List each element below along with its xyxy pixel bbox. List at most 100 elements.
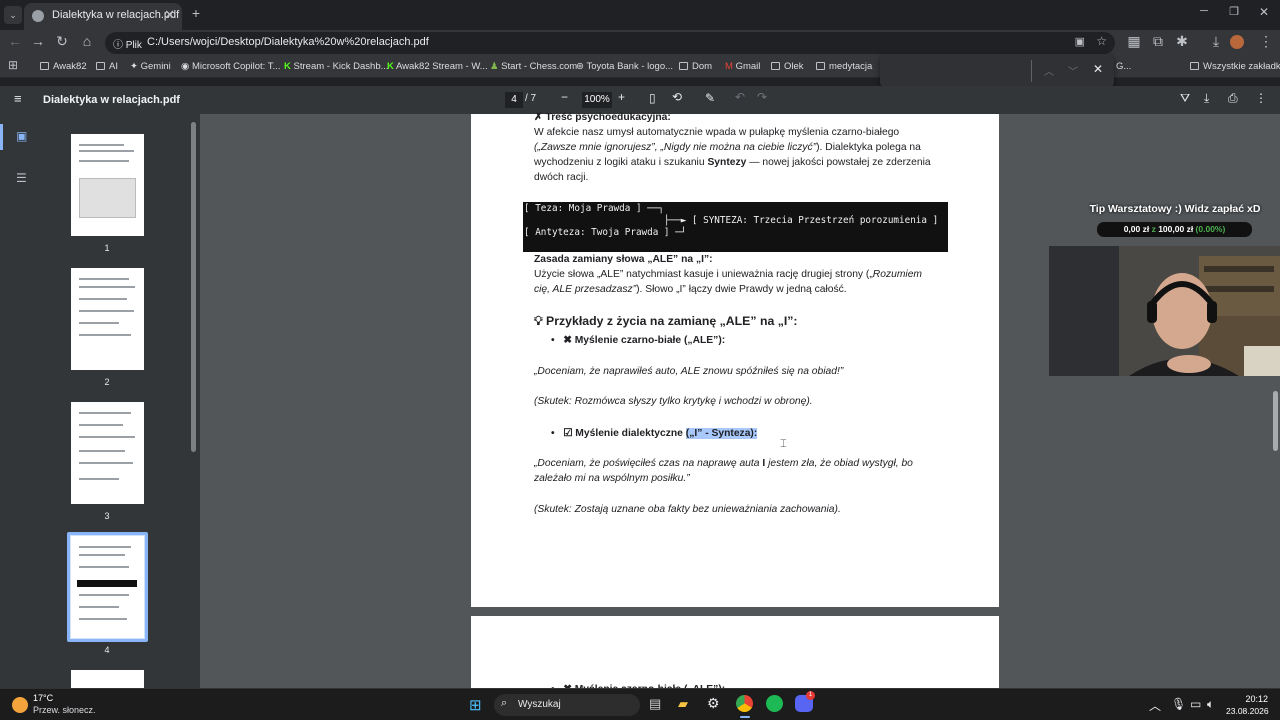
scrollbar-thumb[interactable]	[1273, 391, 1278, 451]
close-window-icon[interactable]: ✕	[1254, 5, 1274, 19]
highlighted-selection[interactable]: („I” - Synteza):	[685, 428, 758, 439]
redo-icon[interactable]: ↷	[757, 90, 767, 104]
tab-search-icon[interactable]: ⌄	[4, 6, 22, 24]
bookmark-g[interactable]: G...	[1116, 61, 1131, 72]
tip-percent: (0.00%)	[1193, 224, 1226, 234]
bookmark-awak82-stream[interactable]: K Awak82 Stream - W...	[387, 61, 488, 72]
viewer-scrollbar[interactable]	[1271, 114, 1280, 688]
bookmark-kick[interactable]: K Stream - Kick Dashb...	[284, 61, 389, 72]
extensions-puzzle-icon[interactable]: ✱	[1172, 33, 1192, 50]
reload-icon[interactable]: ↻	[52, 33, 72, 50]
zoom-input[interactable]: 100%	[582, 92, 612, 108]
volume-icon[interactable]: 🔈︎	[1207, 697, 1214, 712]
thumbnails-view-icon[interactable]: ▣	[16, 129, 27, 143]
pdf-more-icon[interactable]: ⋮	[1255, 91, 1267, 105]
print-icon[interactable]: ⎙	[1228, 91, 1238, 106]
spotify-icon[interactable]	[766, 695, 783, 712]
clock-date[interactable]: 23.08.2026	[1226, 706, 1269, 716]
bookmark-gemini[interactable]: ✦ Gemini	[130, 61, 171, 72]
bullet-text: Myślenie czarno-białe („ALE”):	[574, 335, 726, 346]
zoom-out-icon[interactable]: −	[561, 90, 568, 104]
file-chip[interactable]: ⓘ Plik	[113, 36, 142, 51]
find-previous-icon[interactable]: ︿	[1044, 63, 1054, 78]
thumb-line	[79, 150, 134, 152]
close-tab-icon[interactable]: ✕	[164, 7, 175, 23]
undo-icon[interactable]: ↶	[735, 90, 745, 104]
reader-mode-icon[interactable]: ▣	[1075, 35, 1085, 48]
bookmark-copilot[interactable]: ◉ Microsoft Copilot: T...	[181, 61, 280, 72]
search-icon: ⌕	[501, 697, 508, 709]
cast-icon[interactable]: ⧉	[1148, 33, 1168, 50]
bookmark-all[interactable]: Wszystkie zakładki	[1190, 61, 1280, 72]
bookmark-star-icon[interactable]: ☆	[1096, 34, 1107, 48]
bookmark-olek[interactable]: Olek	[771, 61, 804, 72]
bookmark-label: Wszystkie zakładki	[1203, 61, 1280, 72]
microphone-icon[interactable]: 🎙︎	[1171, 697, 1186, 711]
discord-badge: 1	[806, 691, 815, 700]
thumbnail-page-1[interactable]	[71, 134, 144, 236]
settings-gear-icon[interactable]: ⚙	[707, 695, 720, 712]
bookmark-dom[interactable]: Dom	[679, 61, 712, 72]
find-input[interactable]	[886, 62, 1026, 80]
home-icon[interactable]: ⌂	[77, 33, 97, 49]
code-line: [ Teza: Moja Prawda ] ──┐	[524, 203, 664, 214]
maximize-icon[interactable]: ❐	[1224, 5, 1244, 18]
page-number-input[interactable]: 4	[505, 92, 523, 108]
paragraph-line: W afekcie nasz umysł automatycznie wpada…	[534, 127, 900, 138]
new-tab-icon[interactable]: +	[186, 5, 206, 21]
weather-description[interactable]: Przew. słonecz.	[33, 705, 96, 715]
pdf-viewer: ▣ ☰ 1 2 3 4 ✗ Treść psychoedukacyjna: W …	[0, 112, 1280, 696]
address-url[interactable]: C:/Users/wojci/Desktop/Dialektyka%20w%20…	[147, 36, 429, 48]
download-icon[interactable]: ⤓	[1206, 33, 1226, 50]
drive-save-icon[interactable]: ⛛	[1180, 91, 1190, 106]
thumbnail-number: 3	[104, 511, 110, 521]
chrome-taskbar-icon[interactable]	[736, 695, 753, 712]
thumbnail-number: 1	[104, 243, 110, 253]
extension-icon[interactable]: ▦	[1124, 33, 1144, 50]
taskbar-search[interactable]: ⌕ Wyszukaj	[494, 694, 640, 716]
address-bar[interactable]: ⓘ Plik C:/Users/wojci/Desktop/Dialektyka…	[105, 32, 1115, 54]
profile-avatar[interactable]	[1230, 35, 1244, 49]
bookmark-gmail[interactable]: M Gmail	[725, 61, 760, 72]
code-line: [ Antyteza: Twoja Prawda ] ─┘	[524, 227, 687, 238]
zoom-in-icon[interactable]: +	[618, 90, 625, 104]
thumb-line	[79, 412, 131, 414]
forward-icon[interactable]: →	[28, 33, 48, 49]
find-next-icon[interactable]: ﹀	[1068, 63, 1078, 78]
minimize-icon[interactable]: ─	[1194, 5, 1214, 17]
browser-tab[interactable]: Dialektyka w relacjach.pdf ✕	[24, 3, 182, 30]
bookmark-awak82[interactable]: Awak82	[40, 61, 87, 72]
back-icon[interactable]: ←	[5, 33, 25, 49]
pdf-page-4: ✗ Treść psychoedukacyjna: W afekcie nasz…	[471, 112, 999, 607]
bookmark-toyota[interactable]: ⊛ Toyota Bank - logo...	[576, 61, 673, 72]
thumbnail-page-3[interactable]	[71, 402, 144, 504]
fit-page-icon[interactable]: ▯	[649, 91, 656, 105]
thumbnail-page-4[interactable]	[71, 536, 144, 638]
apps-icon[interactable]: ⊞	[3, 58, 23, 72]
bookmark-chess[interactable]: ♟ Start - Chess.com	[490, 61, 577, 72]
outline-view-icon[interactable]: ☰	[16, 171, 27, 185]
rotate-icon[interactable]: ⟲	[672, 90, 682, 104]
windows-taskbar: 17°C Przew. słonecz. ⊞ ⌕ Wyszukaj ▤ ▰ ⚙ …	[0, 688, 1280, 720]
network-icon[interactable]: ▭	[1190, 697, 1201, 711]
thumbnail-page-2[interactable]	[71, 268, 144, 370]
file-explorer-icon[interactable]: ▰	[678, 696, 688, 712]
task-view-icon[interactable]: ▤	[649, 696, 661, 712]
find-close-icon[interactable]: ✕	[1093, 62, 1103, 76]
sidebar-menu-icon[interactable]: ≡	[14, 91, 22, 106]
clock-time[interactable]: 20:12	[1232, 694, 1268, 704]
chrome-menu-icon[interactable]: ⋮	[1256, 33, 1276, 50]
bookmark-ai[interactable]: AI	[96, 61, 118, 72]
tray-chevron-icon[interactable]: ︿	[1149, 697, 1161, 714]
pdf-download-icon[interactable]: ⤓	[1204, 91, 1209, 106]
sidebar-scrollbar[interactable]	[191, 122, 196, 452]
weather-temperature[interactable]: 17°C	[33, 693, 53, 703]
start-windows-icon[interactable]: ⊞	[469, 696, 482, 714]
bookmark-medytacja[interactable]: medytacja	[816, 61, 872, 72]
thumb-line	[79, 436, 135, 438]
bold-term: Syntezy	[707, 157, 747, 168]
annotate-icon[interactable]: ✎	[705, 91, 715, 105]
thumb-line	[79, 310, 134, 312]
weather-sun-icon[interactable]	[12, 697, 28, 713]
thumbnail-page-5[interactable]	[71, 670, 144, 688]
